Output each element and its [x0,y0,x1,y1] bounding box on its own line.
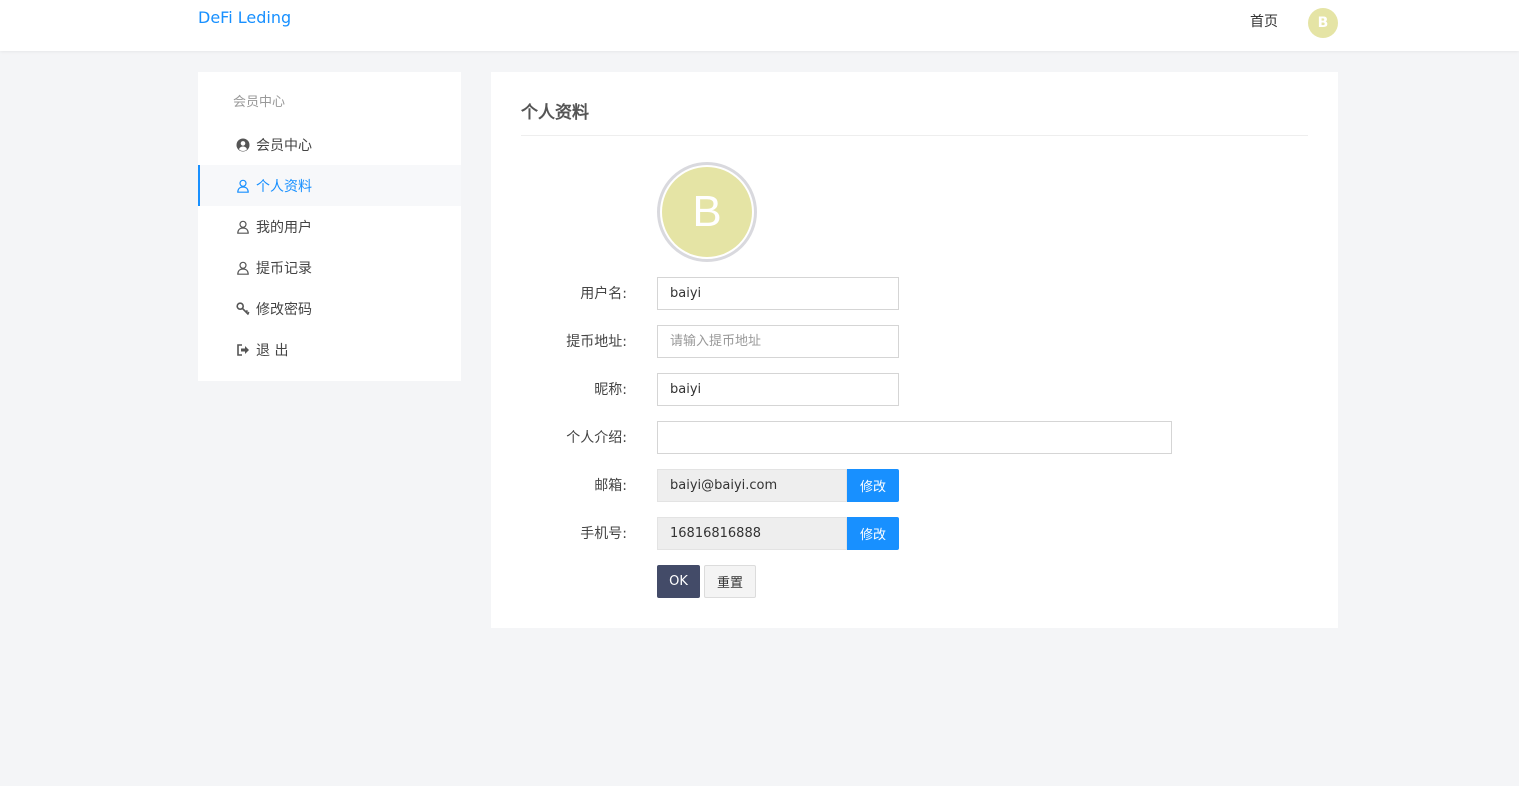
sidebar-item-member-center[interactable]: 会员中心 [198,124,461,165]
withdraw-address-field[interactable] [657,325,899,358]
withdraw-address-label: 提币地址: [566,334,627,350]
sidebar-item-my-users[interactable]: 我的用户 [198,206,461,247]
sidebar-item-label: 退 出 [256,342,289,359]
bio-label: 个人介绍: [566,430,627,446]
profile-panel: 个人资料 B 用户名: 提币地址: 昵称: 个人介绍: 邮箱: 修改 手机号: … [491,72,1338,628]
withdraw-address-row: 提币地址: [491,325,1338,358]
sidebar: 会员中心 会员中心 个人资料 我的用户 提币记录 修改密码 退 出 [198,72,461,381]
profile-avatar-letter: B [662,167,752,257]
ok-button[interactable]: OK [657,565,700,598]
sidebar-title: 会员中心 [233,95,286,110]
nickname-row: 昵称: [491,373,1338,406]
email-label: 邮箱: [594,478,627,494]
sidebar-item-label: 会员中心 [256,137,312,154]
sidebar-item-label: 提币记录 [256,260,312,277]
user-circle-icon [236,138,250,152]
profile-avatar[interactable]: B [657,162,757,262]
sidebar-item-profile[interactable]: 个人资料 [198,165,461,206]
user-icon [236,179,250,193]
key-icon [236,301,250,316]
sidebar-item-label: 我的用户 [256,219,312,236]
nickname-field[interactable] [657,373,899,406]
phone-row: 手机号: 修改 [491,517,1338,550]
username-field[interactable] [657,277,899,310]
title-divider [521,135,1308,136]
reset-button[interactable]: 重置 [704,565,756,598]
user-avatar[interactable]: B [1308,8,1338,38]
username-row: 用户名: [491,277,1338,310]
edit-phone-button[interactable]: 修改 [847,517,899,550]
top-navbar: DeFi Leding 首页 B [0,0,1519,51]
sidebar-item-withdraw-records[interactable]: 提币记录 [198,247,461,288]
sidebar-item-label: 修改密码 [256,301,312,318]
edit-email-button[interactable]: 修改 [847,469,899,502]
bio-field[interactable] [657,421,1172,454]
page-title: 个人资料 [521,103,589,123]
nickname-label: 昵称: [594,382,627,398]
email-field[interactable] [657,469,847,502]
brand-logo-link[interactable]: DeFi Leding [198,8,291,28]
sidebar-item-label: 个人资料 [256,178,312,195]
phone-label: 手机号: [580,526,627,542]
bio-row: 个人介绍: [491,421,1338,454]
user-icon [236,220,250,234]
sidebar-item-change-password[interactable]: 修改密码 [198,288,461,329]
sidebar-item-logout[interactable]: 退 出 [198,329,461,370]
home-link[interactable]: 首页 [1250,13,1278,31]
phone-field[interactable] [657,517,847,550]
email-row: 邮箱: 修改 [491,469,1338,502]
sign-out-icon [236,343,250,357]
username-label: 用户名: [580,286,627,302]
user-icon [236,261,250,275]
